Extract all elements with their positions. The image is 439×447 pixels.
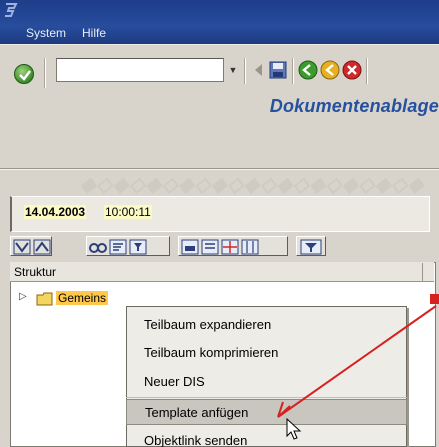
mouse-cursor-icon — [286, 418, 302, 440]
annotation-arrow — [277, 305, 437, 418]
